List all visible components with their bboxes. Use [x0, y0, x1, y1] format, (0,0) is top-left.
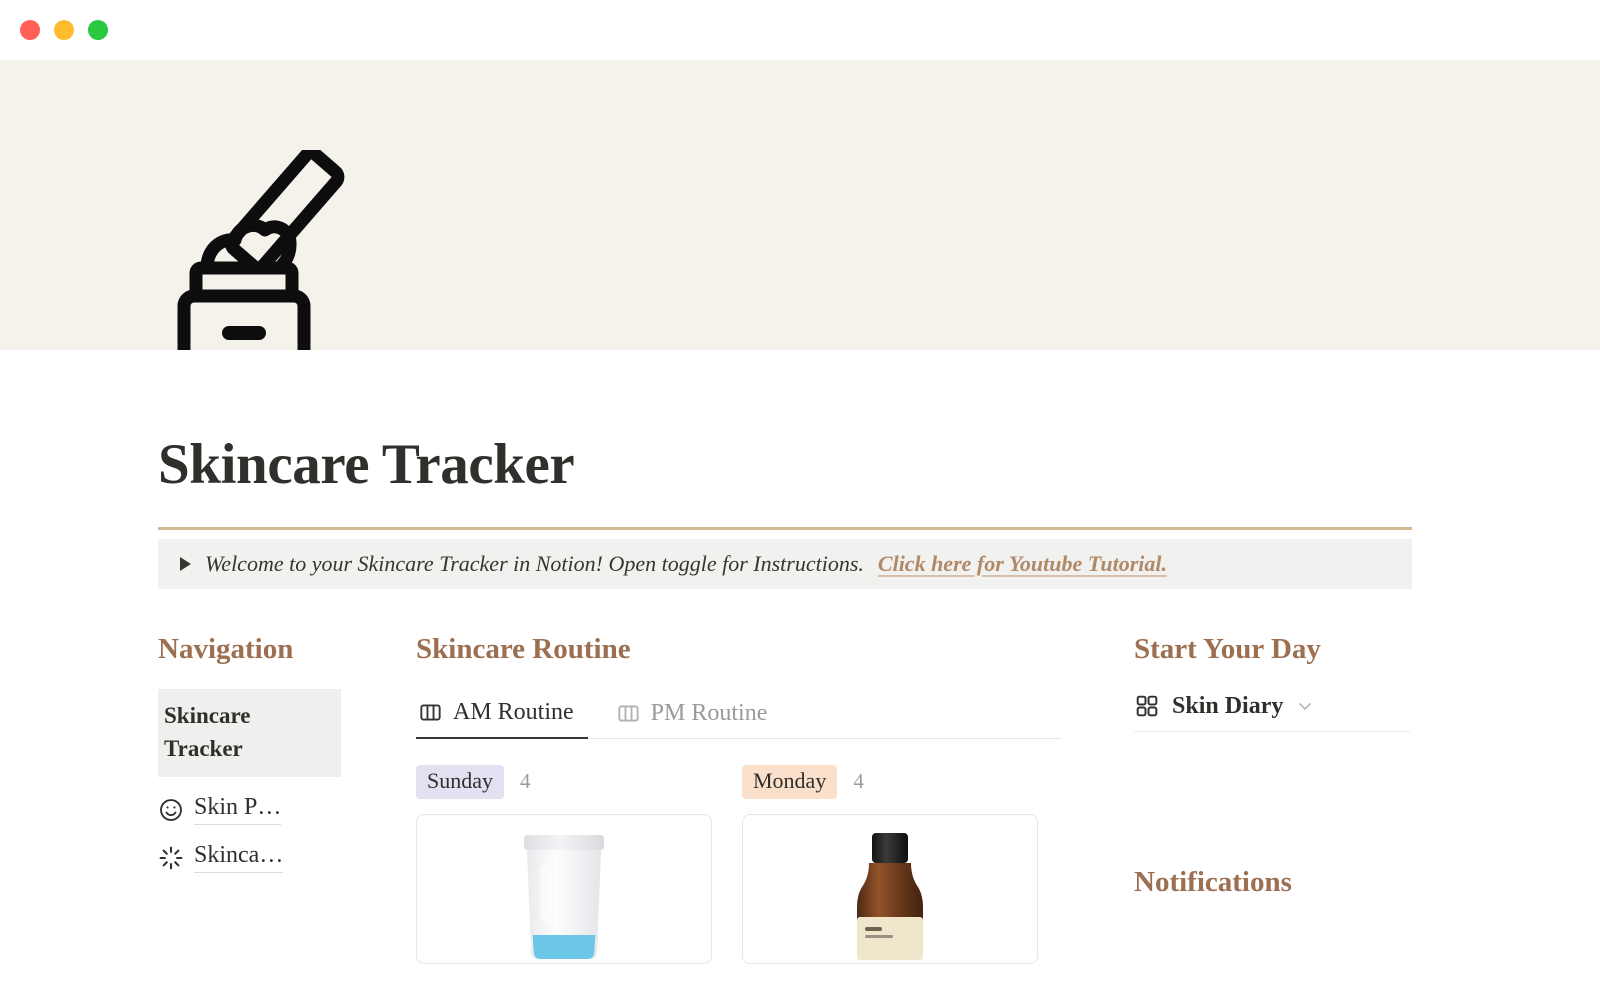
- white-cream-tube-image: [506, 831, 622, 963]
- start-your-day-heading: Start Your Day: [1134, 633, 1321, 665]
- content-columns: Navigation Skincare Tracker Skin P… Skin…: [158, 632, 1414, 964]
- callout-text: Welcome to your Skincare Tracker in Noti…: [205, 551, 864, 576]
- start-your-day-column: Start Your Day Skin Diary Notifications: [1134, 632, 1414, 964]
- tab-label: PM Routine: [650, 699, 768, 726]
- page-title: Skincare Tracker: [158, 433, 575, 496]
- maximize-button[interactable]: [88, 20, 108, 40]
- smiley-face-icon: [158, 797, 184, 823]
- sparkle-icon: [158, 845, 184, 871]
- triangle-right-icon[interactable]: [180, 557, 191, 571]
- routine-board: Sunday 4 Monday 4: [416, 764, 1134, 964]
- close-button[interactable]: [20, 20, 40, 40]
- youtube-tutorial-link[interactable]: Click here for Youtube Tutorial.: [878, 551, 1167, 577]
- database-link-skin-diary[interactable]: Skin Diary: [1134, 693, 1410, 732]
- cream-jar-icon[interactable]: [158, 150, 358, 350]
- board-column-monday: Monday 4: [742, 764, 1038, 964]
- routine-card[interactable]: [416, 813, 712, 964]
- board-column-header: Monday 4: [742, 764, 1038, 799]
- window-titlebar: [0, 0, 1600, 60]
- tab-pm-routine[interactable]: PM Routine: [614, 694, 782, 738]
- notifications-heading: Notifications: [1134, 865, 1292, 898]
- board-view-icon: [418, 700, 443, 725]
- tab-am-routine[interactable]: AM Routine: [416, 693, 588, 739]
- gallery-view-icon: [1134, 693, 1160, 719]
- day-badge[interactable]: Sunday: [416, 764, 504, 799]
- skincare-routine-column: Skincare Routine AM Routine PM Routine S…: [416, 632, 1134, 964]
- database-label: Skin Diary: [1172, 692, 1284, 719]
- skincare-routine-heading: Skincare Routine: [416, 633, 631, 665]
- sidebar-item-label: Skinca…: [194, 842, 284, 874]
- amber-serum-bottle-image: [841, 831, 939, 963]
- day-badge[interactable]: Monday: [742, 764, 838, 799]
- sidebar-item-label: Skin P…: [194, 794, 282, 826]
- navigation-column: Navigation Skincare Tracker Skin P… Skin…: [158, 632, 416, 964]
- card-count: 4: [520, 769, 531, 794]
- navigation-heading: Navigation: [158, 633, 294, 665]
- chevron-down-icon[interactable]: [1295, 696, 1315, 716]
- routine-card[interactable]: [742, 813, 1038, 964]
- sidebar-item-skin-p[interactable]: Skin P…: [158, 794, 416, 826]
- instructions-toggle-callout[interactable]: Welcome to your Skincare Tracker in Noti…: [158, 539, 1412, 589]
- traffic-light-group: [20, 20, 108, 40]
- minimize-button[interactable]: [54, 20, 74, 40]
- card-count: 4: [853, 769, 864, 794]
- board-column-sunday: Sunday 4: [416, 764, 712, 964]
- horizontal-divider: [158, 527, 1412, 530]
- sidebar-item-skincare[interactable]: Skinca…: [158, 842, 416, 874]
- sidebar-item-skincare-tracker[interactable]: Skincare Tracker: [158, 688, 341, 778]
- board-column-header: Sunday 4: [416, 764, 712, 799]
- tab-label: AM Routine: [453, 698, 574, 725]
- board-view-icon: [616, 701, 641, 726]
- routine-tab-bar: AM Routine PM Routine: [416, 693, 1061, 739]
